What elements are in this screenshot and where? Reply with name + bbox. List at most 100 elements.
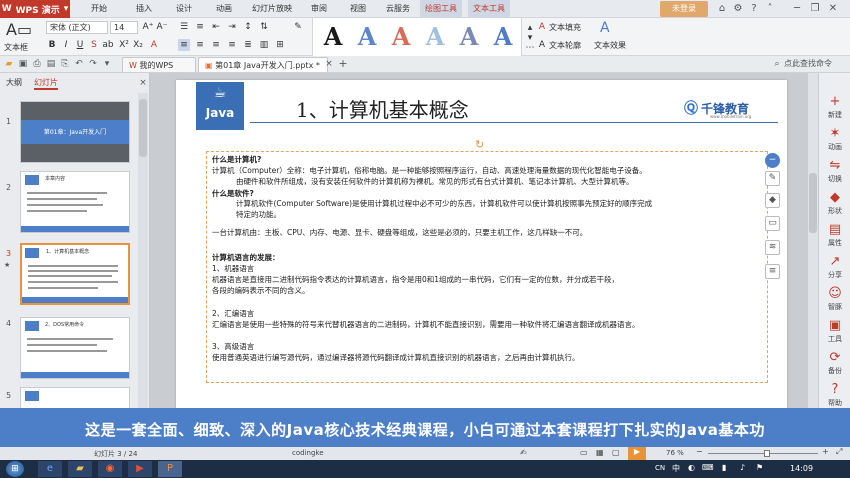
tab-menu-6[interactable]: 审阅 [302, 0, 336, 18]
slide-thumbnail-4[interactable]: 2、DOS常用命令 [20, 317, 130, 379]
slide-thumbnail-1[interactable]: 第01章：Java开发入门 [20, 101, 130, 163]
scroll-thumb[interactable] [139, 99, 147, 157]
close-tab-icon[interactable]: × [322, 57, 336, 71]
command-search-input[interactable]: 点此查找命令 [784, 58, 832, 69]
pane-scrollbar[interactable] [138, 93, 148, 431]
layers-icon[interactable]: ≋ [765, 240, 780, 255]
textbox-icon[interactable]: A▭ [6, 20, 32, 42]
keyboard-icon[interactable]: ⌨ [702, 463, 714, 472]
scroll-thumb[interactable] [809, 173, 817, 233]
wps-presentation-icon[interactable]: P [158, 461, 182, 477]
slide-thumbnail-3[interactable]: 1、计算机基本概念 [20, 243, 130, 305]
bold-icon[interactable]: B [46, 39, 58, 51]
tab-menu-7[interactable]: 视图 [340, 0, 376, 18]
flag-icon[interactable]: ⚑ [756, 463, 763, 472]
fit-window-icon[interactable]: ⤢ [836, 447, 842, 457]
undo-icon[interactable]: ↶ [72, 57, 86, 71]
distribute-icon[interactable]: ≣ [242, 39, 254, 51]
input-language[interactable]: CN [655, 464, 665, 472]
strikethrough-icon[interactable]: S [88, 39, 100, 51]
text-fill-button[interactable]: 文本填充 [549, 22, 581, 33]
print-icon[interactable]: ⎙ [30, 57, 44, 71]
tab-slides[interactable]: 幻灯片 [34, 76, 58, 90]
zoom-out-icon[interactable]: − [696, 447, 703, 456]
zoom-slider-thumb[interactable] [764, 450, 770, 457]
folder-icon[interactable]: ▰ [68, 461, 92, 477]
character-spacing-icon[interactable]: ab [102, 39, 114, 51]
firefox-icon[interactable]: ◉ [98, 461, 122, 477]
slide-canvas[interactable]: ☕ Java 1、计算机基本概念 Ⓠ 千锋教育 www.mobiletrain.… [176, 80, 787, 410]
tab-menu-2[interactable]: 插入 [126, 0, 162, 18]
align-center-icon[interactable]: ≡ [194, 39, 206, 51]
tab-menu-10[interactable]: 文本工具 [468, 0, 510, 18]
sidebar-item-2[interactable]: ✶ 动画 [819, 125, 850, 159]
wordart-style-1[interactable]: A [320, 20, 346, 54]
text-effect-button[interactable]: 文本效果 [594, 40, 626, 51]
notes-icon[interactable]: ✍ [520, 448, 527, 457]
tab-menu-8[interactable]: 云服务 [380, 0, 416, 18]
columns-icon[interactable]: ▥ [258, 39, 270, 51]
sidebar-item-1[interactable]: + 新建 [819, 93, 850, 127]
app-menu-button[interactable]: W WPS 演示 ▾ [0, 0, 70, 18]
text-outline-icon[interactable]: A [536, 39, 548, 51]
tray-icon[interactable]: ◐ [688, 463, 695, 472]
sidebar-item-5[interactable]: ▤ 属性 [819, 221, 850, 255]
sorter-view-icon[interactable]: ▦ [596, 448, 604, 457]
numbered-list-icon[interactable]: ≡ [194, 21, 206, 33]
bullet-list-icon[interactable]: ☰ [178, 21, 190, 33]
wordart-style-6[interactable]: A [490, 20, 516, 54]
sidebar-item-4[interactable]: ◆ 形状 [819, 189, 850, 223]
sidebar-item-7[interactable]: ☺ 智豚 [819, 285, 850, 319]
text-direction-icon[interactable]: ⇅ [258, 21, 270, 33]
sidebar-item-6[interactable]: ↗ 分享 [819, 253, 850, 287]
wordart-style-4[interactable]: A [422, 20, 448, 54]
editor-scrollbar[interactable] [808, 73, 818, 408]
font-name-select[interactable]: 宋体 (正文) [46, 21, 108, 34]
text-effect-icon[interactable]: A [600, 20, 618, 36]
underline-icon[interactable]: U [74, 39, 86, 51]
reading-view-icon[interactable]: ▢ [612, 448, 620, 457]
more-icon[interactable]: ▾ [100, 57, 114, 71]
tab-menu-9[interactable]: 绘图工具 [420, 0, 462, 18]
document-tab[interactable]: ▣ 第01章 Java开发入门.pptx * [198, 57, 328, 72]
tab-outline[interactable]: 大纲 [6, 76, 22, 90]
export-icon[interactable]: ⎘ [58, 57, 72, 71]
minimize-icon[interactable]: ─ [790, 2, 804, 16]
align-right-icon[interactable]: ≡ [210, 39, 222, 51]
line-spacing-icon[interactable]: ↕ [242, 21, 254, 33]
clock[interactable]: 14:09 [790, 464, 813, 473]
text-fill-icon[interactable]: A [536, 21, 548, 33]
zoom-slider[interactable] [708, 453, 818, 454]
open-folder-icon[interactable]: ▰ [2, 57, 16, 71]
collapse-icon[interactable]: ˄ [763, 2, 777, 16]
normal-view-icon[interactable]: ▭ [580, 448, 588, 457]
volume-icon[interactable]: ♪ [740, 463, 745, 472]
decrease-font-icon[interactable]: A⁻ [156, 21, 168, 33]
subscript-icon[interactable]: X₂ [132, 39, 144, 51]
format-painter-icon[interactable]: ✎ [292, 21, 304, 33]
italic-icon[interactable]: I [60, 39, 72, 51]
text-wrap-icon[interactable]: ≡ [765, 264, 780, 279]
login-button[interactable]: 未登录 [660, 1, 708, 17]
minus-icon[interactable]: − [765, 153, 780, 168]
help-icon[interactable]: ? [747, 2, 761, 16]
slide-title[interactable]: 1、计算机基本概念 [296, 94, 596, 123]
textbox-button[interactable]: 文本框 [4, 42, 28, 53]
ime-icon[interactable]: 中 [672, 463, 680, 474]
edit-shape-icon[interactable]: ✎ [765, 171, 780, 186]
my-wps-tab[interactable]: W 我的WPS [122, 57, 196, 72]
align-left-icon[interactable]: ≡ [178, 39, 190, 51]
increase-indent-icon[interactable]: ⇥ [226, 21, 238, 33]
justify-icon[interactable]: ≡ [226, 39, 238, 51]
sidebar-item-9[interactable]: ⟳ 备份 [819, 349, 850, 383]
save-icon[interactable]: ▣ [16, 57, 30, 71]
align-text-icon[interactable]: ⊞ [274, 39, 286, 51]
superscript-icon[interactable]: X² [118, 39, 130, 51]
tab-menu-4[interactable]: 动画 [206, 0, 242, 18]
font-color-icon[interactable]: A [148, 39, 160, 51]
network-icon[interactable]: ▮ [722, 463, 726, 472]
tab-menu-5[interactable]: 幻灯片放映 [246, 0, 298, 18]
zoom-in-icon[interactable]: + [822, 447, 829, 456]
skin-icon[interactable]: ⌂ [715, 2, 729, 16]
play-slideshow-icon[interactable]: ▶ [628, 447, 646, 460]
